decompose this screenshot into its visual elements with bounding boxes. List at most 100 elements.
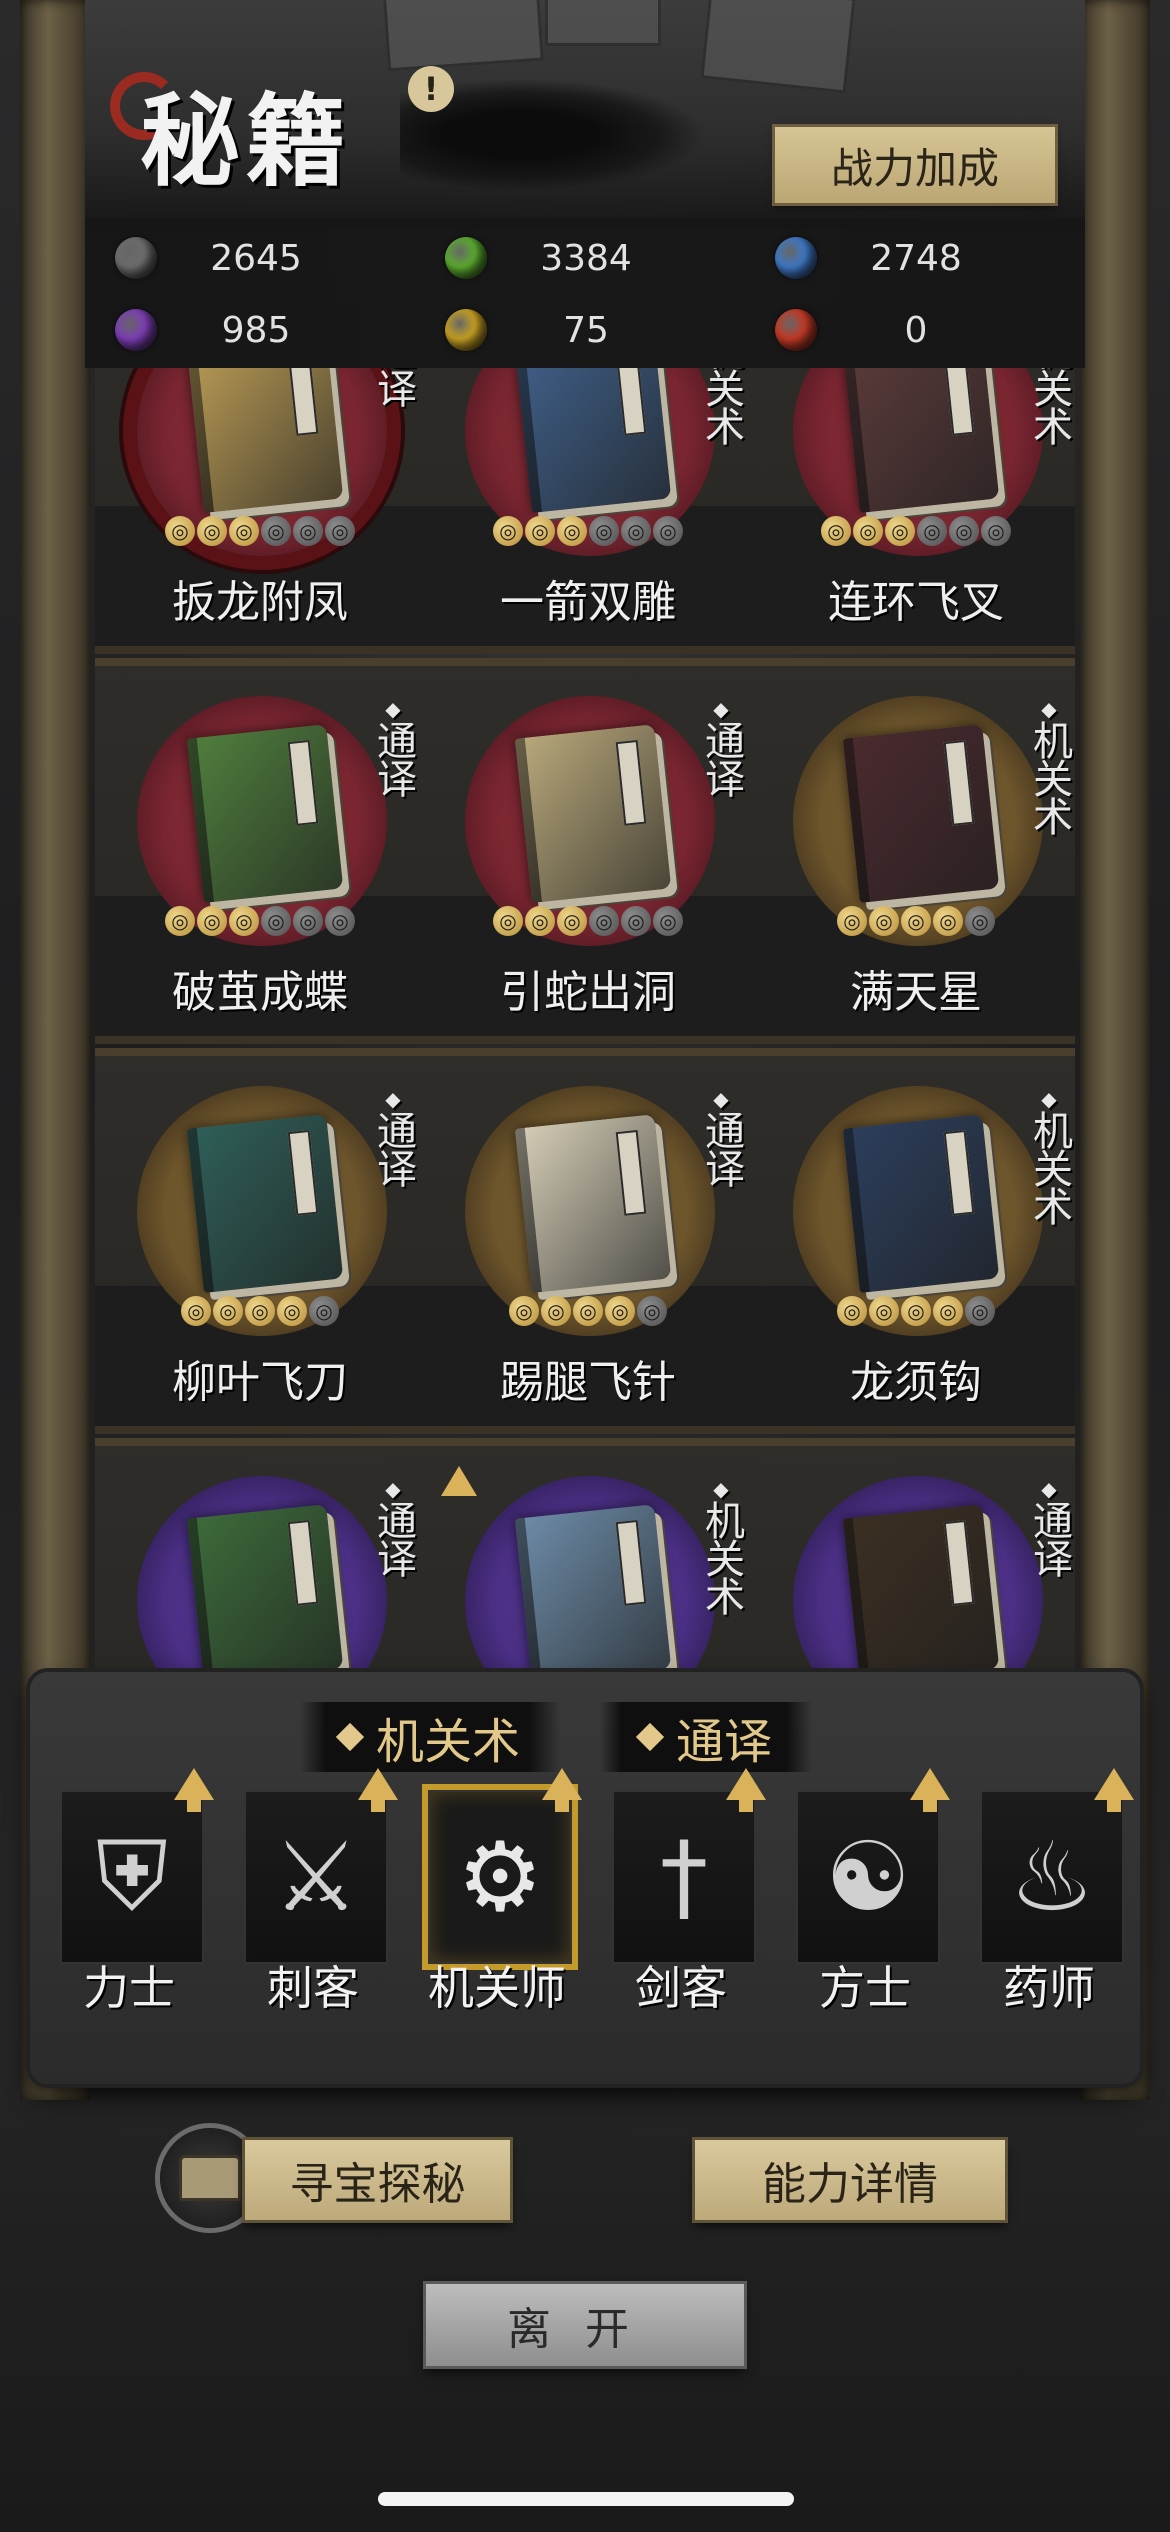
upgrade-arrow-icon <box>1094 1768 1134 1812</box>
class-tab[interactable]: ♨ 药师 <box>964 1768 1134 2040</box>
manual-card[interactable]: ◆机关术◎◎◎◎◎◎连环飞叉 <box>751 368 1081 646</box>
sword-icon: † <box>612 1790 756 1964</box>
skill-tag: ◆机关术 <box>698 1477 744 1622</box>
star-icon: ◎ <box>901 906 931 936</box>
gray-orb-icon <box>115 237 157 279</box>
star-icon: ◎ <box>293 516 323 546</box>
manual-card[interactable]: ◆ 通译 ◎ ◎ ◎ ◎ ◎ 踢腿飞针 <box>423 1056 753 1426</box>
skill-tag: ◆机关术 <box>698 368 744 452</box>
star-icon: ◎ <box>965 1296 995 1326</box>
diamond-icon <box>335 1722 365 1752</box>
class-tabs: ⛨ 力士 ⚔ 刺客 ⚙ 机关师 † 剑客 ☯ 方士 ♨ 药师 <box>44 1768 1134 2040</box>
manual-name: 扳龙附凤 <box>172 577 348 628</box>
manual-row: ◆ 通译 ◎ ◎ ◎ ◎ ◎ 柳叶飞刀 ◆ 通译 ◎ ◎ ◎ ◎ ◎ 踢腿飞针 ◆ 机关术 ◎ ◎ ◎ ◎ ◎ 龙须钩 <box>95 1048 1075 1434</box>
class-tab[interactable]: ☯ 方士 <box>780 1768 950 2040</box>
leave-button[interactable]: 离开 <box>426 2284 744 2366</box>
skill-tag: ◆机关术 <box>1026 1088 1072 1232</box>
manual-row: ◆ 通译 ◆ 机关术 ◆ 通译 <box>95 1438 1075 1668</box>
manual-name: 踢腿飞针 <box>500 1357 676 1408</box>
star-icon: ◎ <box>525 516 555 546</box>
gourd-icon: ♨ <box>980 1790 1124 1964</box>
treasure-button[interactable]: 寻宝探秘 <box>245 2140 510 2220</box>
class-label: 机关师 <box>428 1961 566 2015</box>
ability-details-button[interactable]: 能力详情 <box>695 2140 1005 2220</box>
book-icon <box>186 724 344 903</box>
star-rating: ◎ ◎ ◎ ◎ ◎ ◎ <box>95 906 425 936</box>
resource-value: 2748 <box>870 237 962 279</box>
class-tab[interactable]: ⛨ 力士 <box>44 1768 214 2040</box>
gears-icon: ⚙ <box>428 1790 572 1964</box>
diamond-icon: ◆ <box>713 697 729 721</box>
star-rating: ◎ ◎ ◎ ◎ ◎ <box>751 1296 1081 1326</box>
star-icon: ◎ <box>821 516 851 546</box>
star-icon: ◎ <box>869 1296 899 1326</box>
star-icon: ◎ <box>197 906 227 936</box>
power-bonus-button[interactable]: 战力加成 <box>775 127 1055 203</box>
manual-card[interactable]: ◆ 通译 ◎ ◎ ◎ ◎ ◎ 柳叶飞刀 <box>95 1056 425 1426</box>
class-tab[interactable]: † 剑客 <box>596 1768 766 2040</box>
filter-label: 机关术 <box>376 1714 521 1770</box>
star-icon: ◎ <box>981 516 1011 546</box>
manual-name: 引蛇出洞 <box>500 967 676 1018</box>
manual-card[interactable]: ◆ 机关术 ◎ ◎ ◎ ◎ ◎ 龙须钩 <box>751 1056 1081 1426</box>
info-icon[interactable]: ! <box>408 66 454 112</box>
star-icon: ◎ <box>653 516 683 546</box>
skill-tag-text: 通译 <box>370 720 416 796</box>
blades-icon: ⚔ <box>244 1790 388 1964</box>
star-icon: ◎ <box>213 1296 243 1326</box>
star-icon: ◎ <box>573 1296 603 1326</box>
skill-tag-text: 通译 <box>370 1110 416 1186</box>
book-icon <box>842 368 1000 513</box>
star-rating: ◎ ◎ ◎ ◎ ◎ <box>95 1296 425 1326</box>
star-icon: ◎ <box>621 906 651 936</box>
diamond-icon: ◆ <box>713 1477 729 1501</box>
star-icon: ◎ <box>293 906 323 936</box>
star-icon: ◎ <box>541 1296 571 1326</box>
star-icon: ◎ <box>949 516 979 546</box>
decor-paper <box>545 0 661 46</box>
star-icon: ◎ <box>653 906 683 936</box>
star-icon: ◎ <box>589 516 619 546</box>
resource-item: 3384 <box>415 230 725 286</box>
skill-tag-text: 通译 <box>370 368 416 406</box>
filter-translation[interactable]: 通译 <box>600 1702 813 1772</box>
star-icon: ◎ <box>165 906 195 936</box>
star-icon: ◎ <box>261 906 291 936</box>
manual-card[interactable]: ◆ 机关术 <box>423 1446 753 1668</box>
class-tab[interactable]: ⚔ 刺客 <box>228 1768 398 2040</box>
star-icon: ◎ <box>557 516 587 546</box>
star-icon: ◎ <box>933 906 963 936</box>
class-label: 药师 <box>1003 1961 1095 2015</box>
manual-card[interactable]: ◆ 机关术 ◎ ◎ ◎ ◎ ◎ 满天星 <box>751 666 1081 1036</box>
manual-card[interactable]: ◆ 通译 <box>95 1446 425 1668</box>
star-icon: ◎ <box>885 516 915 546</box>
skill-tag: ◆通译 <box>370 1087 416 1194</box>
star-icon: ◎ <box>229 516 259 546</box>
filter-mechanism[interactable]: 机关术 <box>300 1702 561 1772</box>
star-icon: ◎ <box>277 1296 307 1326</box>
manual-card[interactable]: ◆ 通译 <box>751 1446 1081 1668</box>
manual-card[interactable]: ◆机关术◎◎◎◎◎◎一箭双雕 <box>423 368 753 646</box>
skill-tag: ◆通译 <box>698 1088 744 1194</box>
skill-tag-text: 通译 <box>698 1110 744 1186</box>
manual-card[interactable]: ◆ 通译 ◎ ◎ ◎ ◎ ◎ ◎ 引蛇出洞 <box>423 666 753 1036</box>
yellow-orb-icon <box>445 309 487 351</box>
upgrade-arrow-icon <box>910 1768 950 1812</box>
book-icon <box>842 1504 1000 1668</box>
manual-name: 破茧成蝶 <box>172 967 348 1018</box>
skill-tag: ◆通译 <box>370 368 416 414</box>
shield-icon: ⛨ <box>60 1790 204 1964</box>
diamond-icon: ◆ <box>385 1087 401 1111</box>
class-tab[interactable]: ⚙ 机关师 <box>412 1768 582 2040</box>
resource-bar: 2645 3384 2748 985 75 0 <box>85 218 1085 368</box>
manual-card[interactable]: ◆通译◎◎◎◎◎◎扳龙附凤 <box>95 368 425 646</box>
resource-value: 3384 <box>540 237 632 279</box>
skill-tag: ◆机关术 <box>1026 698 1072 842</box>
manual-grid[interactable]: ◆通译◎◎◎◎◎◎扳龙附凤◆机关术◎◎◎◎◎◎一箭双雕◆机关术◎◎◎◎◎◎连环飞… <box>85 368 1085 1668</box>
resource-item: 75 <box>415 302 725 358</box>
skill-tag-text: 通译 <box>370 1500 416 1576</box>
class-label: 力士 <box>83 1961 175 2015</box>
class-label: 方士 <box>819 1961 911 2015</box>
blue-orb-icon <box>775 237 817 279</box>
manual-card[interactable]: ◆ 通译 ◎ ◎ ◎ ◎ ◎ ◎ 破茧成蝶 <box>95 666 425 1036</box>
